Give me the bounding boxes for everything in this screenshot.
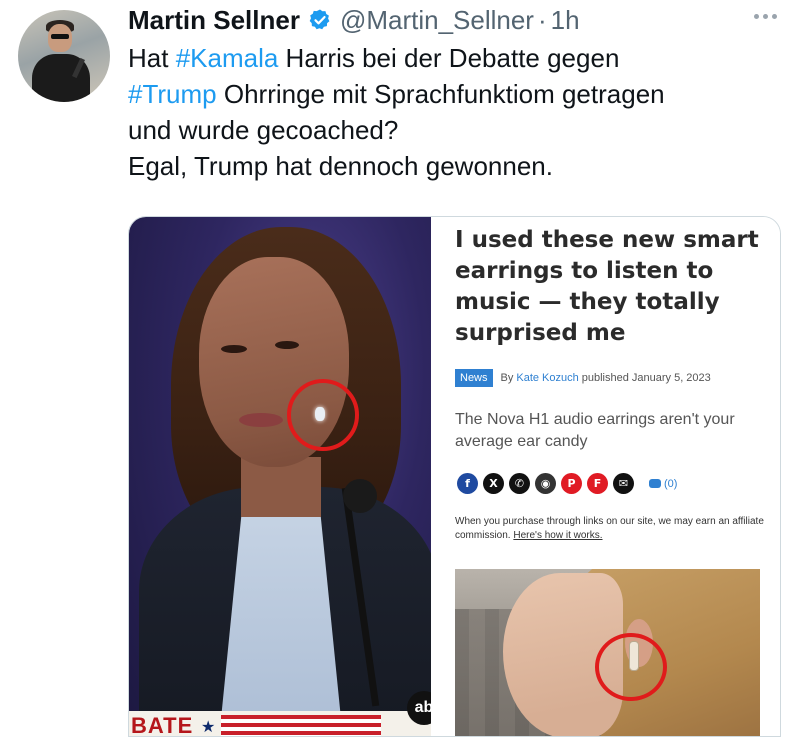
x-icon: X [483, 473, 504, 494]
banner-star-icon: ★ [201, 719, 216, 736]
disclaimer-text: When you purchase through links on our s… [455, 516, 764, 541]
comment-icon [649, 479, 661, 488]
tweet-text-segment: Hat [128, 43, 176, 73]
comments-count-value: (0) [664, 477, 678, 490]
separator-dot: · [537, 4, 547, 35]
affiliate-disclaimer: When you purchase through links on our s… [455, 515, 773, 543]
tweet-text-segment: und wurde gecoached? [128, 115, 399, 145]
earring-photo [455, 569, 760, 736]
photo-mic-head [343, 479, 377, 513]
whatsapp-icon: ✆ [509, 473, 530, 494]
highlight-circle [595, 633, 667, 701]
flipboard-icon: F [587, 473, 608, 494]
facebook-icon: f [457, 473, 478, 494]
more-options-icon[interactable] [748, 6, 782, 26]
verified-badge-icon [309, 9, 330, 30]
disclaimer-link: Here's how it works. [513, 530, 603, 541]
tweet-header: Martin Sellner @Martin_Sellner · 1h [128, 2, 580, 38]
news-tag: News [455, 369, 493, 387]
article-subtitle: The Nova H1 audio earrings aren't your a… [455, 411, 735, 450]
article-author: Kate Kozuch [516, 372, 579, 384]
tweet-text-segment: Egal, Trump hat dennoch gewonnen. [128, 151, 553, 181]
hashtag-link[interactable]: #Kamala [176, 43, 279, 73]
tweet-text: Hat #Kamala Harris bei der Debatte gegen… [128, 40, 788, 184]
reddit-icon: ◉ [535, 473, 556, 494]
photo-eye [221, 345, 247, 353]
debate-banner-text: BATE [131, 713, 194, 737]
article-meta: News By Kate Kozuch published January 5,… [455, 369, 711, 387]
highlight-circle [287, 379, 359, 451]
pinterest-icon: P [561, 473, 582, 494]
tweet-text-segment: Harris bei der Debatte gegen [278, 43, 620, 73]
tweet-text-line: #Trump Ohrringe mit Sprachfunktiom getra… [128, 76, 788, 112]
tweet-text-segment: Ohrringe mit Sprachfunktiom getragen [216, 79, 665, 109]
avatar-sunglasses [51, 34, 69, 39]
article-screenshot: I used these new smart earrings to liste… [431, 217, 780, 736]
author-avatar[interactable] [18, 10, 110, 102]
flag-stripes [221, 715, 381, 736]
hashtag-link[interactable]: #Trump [128, 79, 217, 109]
photo-lips [239, 413, 283, 427]
author-handle[interactable]: @Martin_Sellner [340, 5, 534, 36]
photo-eye [275, 341, 299, 349]
article-title: I used these new smart earrings to liste… [455, 227, 759, 346]
publish-date: published January 5, 2023 [581, 372, 711, 384]
tweet-text-line: Hat #Kamala Harris bei der Debatte gegen [128, 40, 788, 76]
tweet-media[interactable]: BATE ★ ab I used these new smart earring… [128, 216, 781, 737]
comments-count: (0) [649, 478, 677, 490]
share-icons: f X ✆ ◉ P F ✉ (0) [457, 473, 677, 494]
byline-prefix: By [500, 372, 514, 384]
tweet-timestamp[interactable]: 1h [551, 5, 580, 36]
debate-photo[interactable]: BATE ★ ab [129, 217, 431, 737]
email-icon: ✉ [613, 473, 634, 494]
author-name[interactable]: Martin Sellner [128, 5, 300, 36]
tweet-text-line: und wurde gecoached? [128, 112, 788, 148]
tweet-text-line: Egal, Trump hat dennoch gewonnen. [128, 148, 788, 184]
